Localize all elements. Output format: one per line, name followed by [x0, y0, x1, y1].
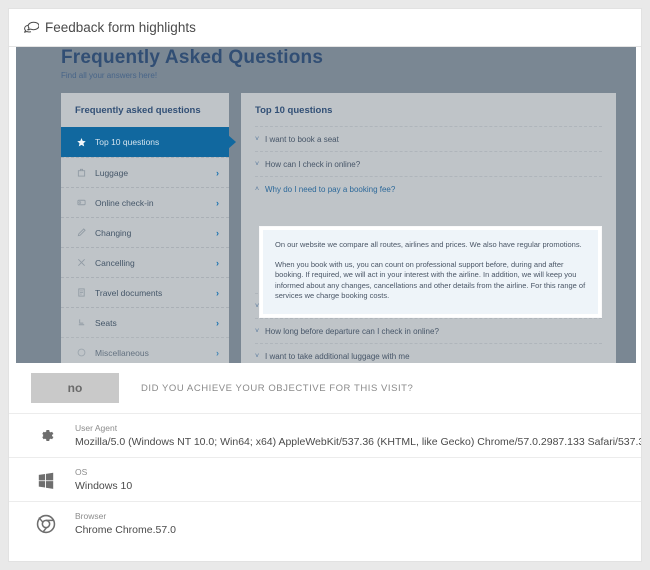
feedback-card: Feedback form highlights Frequently Aske… [8, 8, 642, 562]
luggage-icon [75, 168, 88, 177]
objective-row: no Did you achieve your objective for th… [9, 363, 641, 414]
question-label: How can I check in online? [265, 159, 361, 169]
boarding-pass-icon [75, 198, 88, 207]
answer-paragraph-2: When you book with us, you can count on … [275, 259, 586, 301]
gear-icon [31, 426, 61, 445]
sidebar-item-changing[interactable]: Changing › [61, 217, 229, 247]
chevron-right-icon: › [216, 167, 219, 178]
info-label: Browser [75, 511, 107, 521]
speech-bubble-icon [23, 20, 39, 35]
document-icon [75, 288, 88, 297]
seat-icon [75, 318, 88, 327]
sidebar-item-label: Changing [95, 227, 132, 238]
sidebar-item-label: Miscellaneous [95, 347, 149, 358]
pencil-icon [75, 228, 88, 237]
sidebar-item-label: Cancelling [95, 257, 135, 268]
screenshot-area: Frequently Asked Questions Find all your… [9, 47, 641, 363]
questions-panel-title: Top 10 questions [255, 105, 333, 116]
chrome-icon [31, 514, 61, 534]
question-item[interactable]: ˅ I want to take additional luggage with… [255, 343, 602, 363]
sidebar-item-cancelling[interactable]: Cancelling › [61, 247, 229, 277]
info-text: OS Windows 10 [75, 467, 132, 492]
question-item[interactable]: ˅ How long before departure can I check … [255, 318, 602, 343]
chevron-right-icon: › [216, 227, 219, 238]
sidebar-item-label: Online check-in [95, 197, 154, 208]
sidebar-item-label: Seats [95, 317, 117, 328]
answer-body: On our website we compare all routes, ai… [263, 230, 598, 314]
info-label: OS [75, 467, 88, 477]
chevron-right-icon: › [216, 197, 219, 208]
windows-icon [31, 471, 61, 489]
faq-category-menu: Frequently asked questions Top 10 questi… [61, 93, 229, 363]
info-row-os: OS Windows 10 [9, 458, 641, 502]
chevron-down-icon: ˅ [255, 160, 260, 168]
circle-icon [75, 348, 88, 357]
chevron-up-icon: ˄ [255, 185, 260, 193]
question-label: I want to book a seat [265, 134, 339, 144]
sidebar-item-travel-documents[interactable]: Travel documents › [61, 277, 229, 307]
info-text: Browser Chrome Chrome.57.0 [75, 511, 176, 536]
page-root: Feedback form highlights Frequently Aske… [0, 0, 650, 570]
sidebar-item-label: Top 10 questions [95, 137, 160, 147]
question-item[interactable]: ˅ I want to book a seat [255, 126, 602, 151]
card-header: Feedback form highlights [9, 9, 641, 47]
chevron-right-icon: › [216, 257, 219, 268]
sidebar-item-seats[interactable]: Seats › [61, 307, 229, 337]
info-label: User Agent [75, 423, 118, 433]
sidebar-item-label: Luggage [95, 167, 129, 178]
info-value: Mozilla/5.0 (Windows NT 10.0; Win64; x64… [75, 436, 642, 448]
info-row-browser: Browser Chrome Chrome.57.0 [9, 502, 641, 545]
question-item[interactable]: ˅ How can I check in online? [255, 151, 602, 176]
star-icon [75, 137, 88, 147]
sidebar-item-online-check-in[interactable]: Online check-in › [61, 187, 229, 217]
sidebar-item-label: Travel documents [95, 287, 163, 298]
faq-title: Frequently Asked Questions [61, 47, 324, 68]
cross-icon [75, 258, 88, 267]
objective-question: Did you achieve your objective for this … [141, 382, 414, 394]
question-item-expanded[interactable]: ˄ Why do I need to pay a booking fee? [255, 176, 602, 201]
info-row-user-agent: User Agent Mozilla/5.0 (Windows NT 10.0;… [9, 414, 641, 458]
sidebar-item-miscellaneous[interactable]: Miscellaneous › [61, 337, 229, 363]
chevron-down-icon: ˅ [255, 327, 260, 335]
info-value: Windows 10 [75, 480, 133, 492]
info-value: Chrome Chrome.57.0 [75, 524, 176, 536]
answer-paragraph-1: On our website we compare all routes, ai… [275, 240, 582, 249]
info-text: User Agent Mozilla/5.0 (Windows NT 10.0;… [75, 423, 642, 448]
faq-subtitle: Find all your answers here! [61, 71, 158, 80]
faq-header: Frequently Asked Questions Find all your… [16, 47, 636, 80]
sidebar-item-top-10-questions[interactable]: Top 10 questions [61, 127, 229, 157]
sidebar-item-luggage[interactable]: Luggage › [61, 157, 229, 187]
question-label: How long before departure can I check in… [265, 326, 439, 336]
question-label: Why do I need to pay a booking fee? [265, 184, 396, 194]
question-label: I want to take additional luggage with m… [265, 351, 410, 361]
chevron-right-icon: › [216, 317, 219, 328]
chevron-right-icon: › [216, 347, 219, 358]
highlighted-answer: On our website we compare all routes, ai… [260, 227, 601, 317]
page-title: Feedback form highlights [45, 20, 196, 35]
menu-title: Frequently asked questions [75, 105, 201, 116]
objective-answer-badge: no [31, 373, 119, 403]
chevron-down-icon: ˅ [255, 352, 260, 360]
chevron-down-icon: ˅ [255, 135, 260, 143]
chevron-right-icon: › [216, 287, 219, 298]
captured-page: Frequently Asked Questions Find all your… [16, 47, 636, 363]
